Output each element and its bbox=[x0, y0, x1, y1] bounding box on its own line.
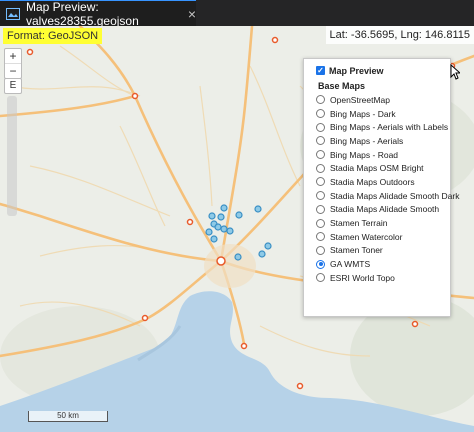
base-map-option[interactable]: Stadia Maps Alidade Smooth bbox=[316, 203, 450, 217]
radio-button[interactable] bbox=[316, 191, 325, 201]
format-badge: Format: GeoJSON bbox=[3, 28, 103, 44]
radio-button[interactable] bbox=[316, 122, 325, 132]
radio-button[interactable] bbox=[316, 177, 325, 187]
base-map-label: Stadia Maps Outdoors bbox=[330, 176, 415, 187]
base-map-option[interactable]: GA WMTS bbox=[316, 257, 450, 271]
valve-point[interactable] bbox=[220, 225, 228, 233]
base-map-label: Stamen Toner bbox=[330, 245, 383, 256]
tab-map-preview[interactable]: Map Preview: valves28355.geojson × bbox=[0, 0, 196, 28]
overlay-toggle[interactable]: ✓ Map Preview bbox=[316, 64, 450, 77]
base-map-option[interactable]: Stamen Terrain bbox=[316, 216, 450, 230]
valve-point[interactable] bbox=[235, 211, 243, 219]
layer-switcher-panel: ✓ Map Preview Base Maps OpenStreetMap Bin… bbox=[303, 58, 459, 317]
valve-point[interactable] bbox=[214, 223, 222, 231]
checkbox-icon[interactable]: ✓ bbox=[316, 66, 325, 75]
tab-title: Map Preview: valves28355.geojson bbox=[26, 0, 139, 28]
base-map-label: Stamen Watercolor bbox=[330, 231, 403, 242]
valve-point[interactable] bbox=[264, 242, 272, 250]
valve-point[interactable] bbox=[258, 250, 266, 258]
base-map-label: Stadia Maps Alidade Smooth Dark bbox=[330, 190, 460, 201]
radio-button[interactable] bbox=[316, 136, 325, 146]
radio-button[interactable] bbox=[316, 245, 325, 255]
base-map-label: Bing Maps - Dark bbox=[330, 108, 396, 119]
radio-button[interactable] bbox=[316, 163, 325, 173]
base-map-label: Bing Maps - Aerials bbox=[330, 135, 404, 146]
map-preview-icon bbox=[6, 7, 20, 20]
base-map-option[interactable]: Bing Maps - Aerials with Labels bbox=[316, 120, 450, 134]
valve-point[interactable] bbox=[208, 212, 216, 220]
coordinate-readout: Lat: -36.5695, Lng: 146.8115 bbox=[325, 26, 474, 44]
zoom-slider[interactable] bbox=[7, 96, 17, 216]
base-map-option[interactable]: ESRI World Topo bbox=[316, 271, 450, 285]
radio-button[interactable] bbox=[316, 273, 325, 283]
base-map-label: GA WMTS bbox=[330, 259, 371, 270]
base-map-list: OpenStreetMap Bing Maps - Dark Bing Maps -… bbox=[316, 93, 459, 285]
base-map-option[interactable]: Stamen Toner bbox=[316, 244, 450, 258]
radio-button[interactable] bbox=[316, 204, 325, 214]
valve-point[interactable] bbox=[226, 227, 234, 235]
base-map-label: ESRI World Topo bbox=[330, 272, 395, 283]
base-map-option[interactable]: Bing Maps - Road bbox=[316, 148, 450, 162]
base-map-label: Stadia Maps OSM Bright bbox=[330, 163, 424, 174]
base-map-label: Stadia Maps Alidade Smooth bbox=[330, 204, 440, 215]
radio-button[interactable] bbox=[316, 109, 325, 119]
valve-point[interactable] bbox=[220, 204, 228, 212]
base-map-option[interactable]: Bing Maps - Aerials bbox=[316, 134, 450, 148]
map-canvas[interactable]: Format: GeoJSON Lat: -36.5695, Lng: 146.… bbox=[0, 26, 474, 432]
mouse-cursor-icon bbox=[450, 64, 460, 80]
valve-point[interactable] bbox=[205, 228, 213, 236]
base-map-option[interactable]: Stadia Maps Alidade Smooth Dark bbox=[316, 189, 459, 203]
base-map-option[interactable]: OpenStreetMap bbox=[316, 93, 450, 107]
base-map-label: Stamen Terrain bbox=[330, 218, 388, 229]
base-map-option[interactable]: Stadia Maps Outdoors bbox=[316, 175, 450, 189]
base-map-option[interactable]: Bing Maps - Dark bbox=[316, 107, 450, 121]
valve-point[interactable] bbox=[254, 205, 262, 213]
radio-button[interactable] bbox=[316, 218, 325, 228]
close-icon[interactable]: × bbox=[188, 6, 196, 22]
editor-tab-bar: Map Preview: valves28355.geojson × bbox=[0, 0, 474, 28]
valve-point[interactable] bbox=[217, 213, 225, 221]
base-map-label: Bing Maps - Aerials with Labels bbox=[330, 122, 449, 133]
zoom-in-button[interactable]: + bbox=[5, 49, 21, 64]
base-map-label: OpenStreetMap bbox=[330, 94, 391, 105]
radio-button[interactable] bbox=[316, 150, 325, 160]
zoom-out-button[interactable]: − bbox=[5, 64, 21, 78]
scale-bar: 50 km bbox=[28, 411, 108, 422]
radio-button[interactable] bbox=[316, 95, 325, 105]
radio-button[interactable] bbox=[316, 232, 325, 242]
valve-point[interactable] bbox=[234, 253, 242, 261]
base-map-option[interactable]: Stamen Watercolor bbox=[316, 230, 450, 244]
base-map-label: Bing Maps - Road bbox=[330, 149, 399, 160]
base-maps-title: Base Maps bbox=[318, 81, 366, 91]
base-map-option[interactable]: Stadia Maps OSM Bright bbox=[316, 161, 450, 175]
zoom-control: + − bbox=[4, 48, 22, 79]
zoom-extent-button[interactable]: E bbox=[4, 78, 22, 94]
radio-button[interactable] bbox=[316, 259, 325, 269]
overlay-label: Map Preview bbox=[329, 65, 384, 76]
valve-point[interactable] bbox=[210, 235, 218, 243]
